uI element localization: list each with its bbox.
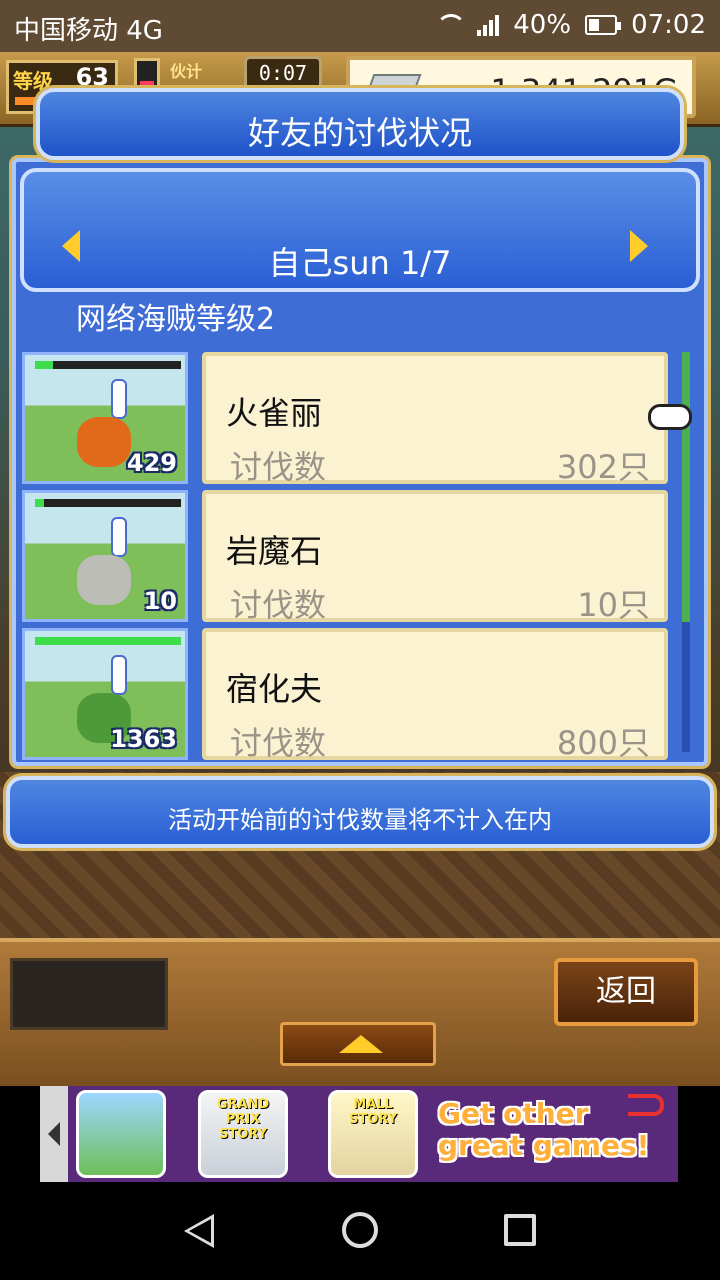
alert-icon <box>111 517 127 557</box>
ad-game-tile[interactable] <box>76 1090 166 1178</box>
monster-thumbnail: 429 <box>22 352 188 484</box>
page-label: 自己sun 1/7 <box>268 244 452 282</box>
monster-card[interactable]: 火雀丽 讨伐数 302只 <box>202 352 668 486</box>
kill-value: 800只 <box>556 724 650 762</box>
alert-icon <box>111 655 127 695</box>
monster-sprite <box>77 555 131 605</box>
dialog-title: 好友的讨伐状况 <box>247 114 472 152</box>
nav-back-icon[interactable] <box>184 1214 214 1248</box>
thumbnail-count: 429 <box>126 449 177 477</box>
kill-value: 302只 <box>556 448 650 486</box>
battery-icon <box>585 15 622 35</box>
dialog-title-bar: 好友的讨伐状况 <box>36 88 684 160</box>
ad-game-tile[interactable]: MALL STORY <box>328 1090 418 1178</box>
carrier-label: 中国移动 4G <box>14 16 163 46</box>
thumbnail-count: 10 <box>143 587 177 615</box>
notice-text: 活动开始前的讨伐数量将不计入在内 <box>168 806 552 834</box>
monster-thumbnail: 1363 <box>22 628 188 760</box>
progress-bar <box>35 361 181 369</box>
alert-icon <box>111 379 127 419</box>
signal-icon <box>477 14 500 36</box>
monster-name: 宿化夫 <box>226 670 323 708</box>
kill-label: 讨伐数 <box>230 448 327 486</box>
kill-label: 讨伐数 <box>230 586 327 624</box>
progress-bar <box>35 637 181 645</box>
level-value: 63 <box>75 63 109 91</box>
monster-thumbnail: 10 <box>22 490 188 622</box>
list-item[interactable]: 429 火雀丽 讨伐数 302只 <box>22 352 668 486</box>
clock: 07:02 <box>631 10 706 40</box>
monster-card[interactable]: 宿化夫 讨伐数 800只 <box>202 628 668 762</box>
ad-game-tile[interactable]: GRAND PRIX STORY <box>198 1090 288 1178</box>
progress-bar <box>35 499 181 507</box>
kill-value: 10只 <box>577 586 650 624</box>
notice-bar: 活动开始前的讨伐数量将不计入在内 <box>6 776 714 848</box>
list-item[interactable]: 10 岩魔石 讨伐数 10只 <box>22 490 668 624</box>
pirate-level-label: 网络海贼等级2 <box>76 302 276 337</box>
up-arrow-button[interactable] <box>280 1022 436 1066</box>
thumbnail-count: 1363 <box>110 725 177 753</box>
status-bar: 中国移动 4G 40% 07:02 <box>0 0 720 52</box>
hand-pointer-icon <box>648 404 692 430</box>
status-icons: 40% 07:02 <box>433 10 706 40</box>
ad-prev-arrow-icon[interactable] <box>40 1086 68 1182</box>
empty-slot <box>10 958 168 1030</box>
nav-home-icon[interactable] <box>342 1212 378 1248</box>
monster-card[interactable]: 岩魔石 讨伐数 10只 <box>202 490 668 624</box>
crew-label: 伙计 <box>170 62 203 81</box>
monster-name: 火雀丽 <box>226 394 323 432</box>
list-item[interactable]: 1363 宿化夫 讨伐数 800只 <box>22 628 668 762</box>
monster-name: 岩魔石 <box>226 532 323 570</box>
return-arrow-icon <box>628 1094 664 1116</box>
monster-sprite <box>77 417 131 467</box>
nav-recent-icon[interactable] <box>504 1214 536 1246</box>
battery-percent: 40% <box>513 10 572 40</box>
wifi-icon <box>433 14 467 36</box>
back-button[interactable]: 返回 <box>554 958 698 1026</box>
scrollbar-thumb[interactable] <box>682 352 690 622</box>
kill-label: 讨伐数 <box>230 724 327 762</box>
timer: 0:07 <box>244 56 322 90</box>
